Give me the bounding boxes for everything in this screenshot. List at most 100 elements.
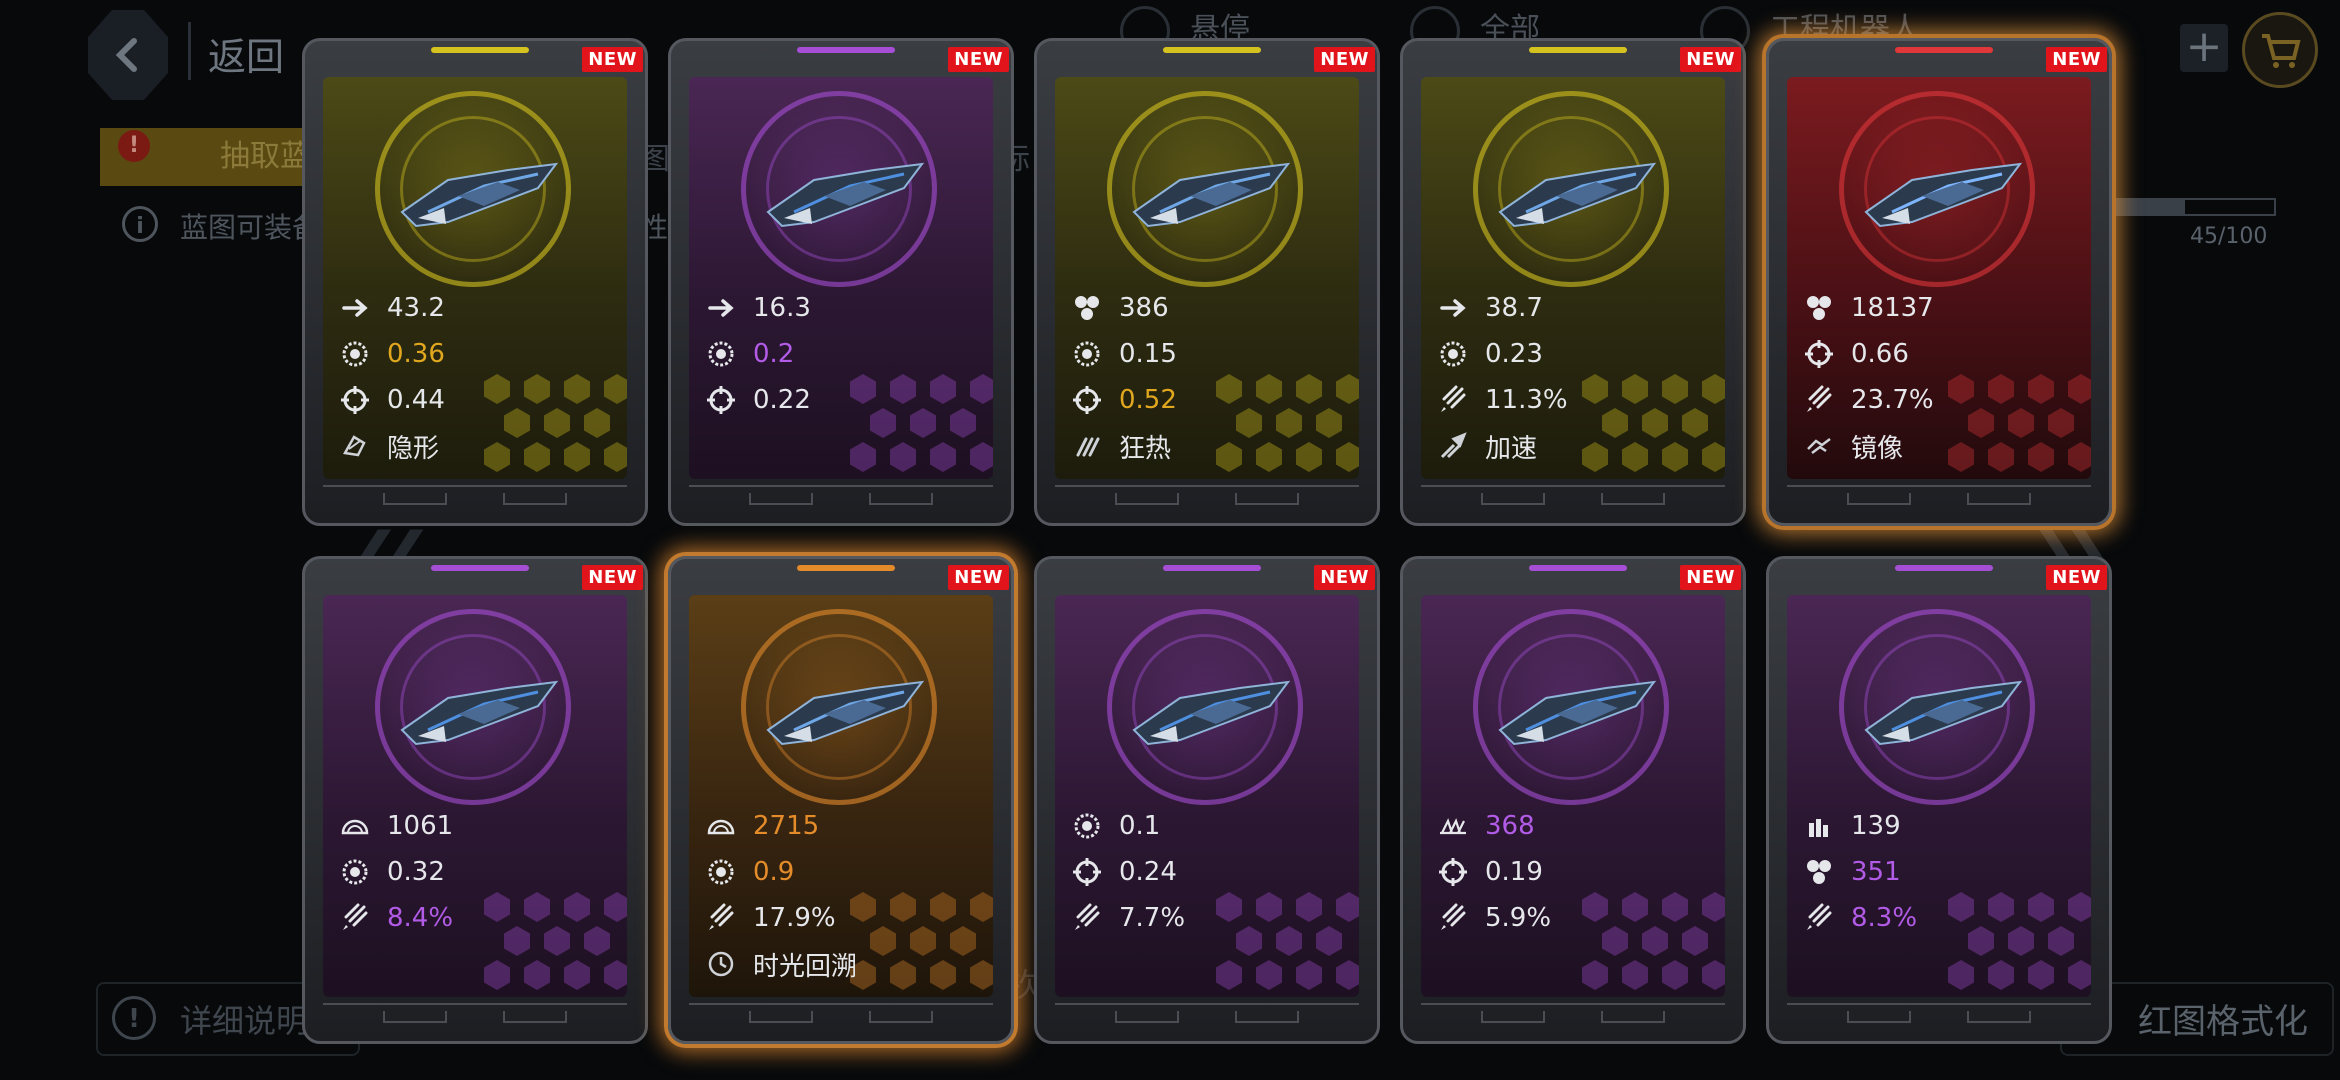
stat-row: 隐形 bbox=[339, 423, 627, 469]
rarity-bar bbox=[1529, 565, 1627, 571]
cluster-icon bbox=[1071, 292, 1103, 324]
card-footer bbox=[1055, 485, 1359, 513]
ship-emblem bbox=[1473, 91, 1669, 287]
new-badge: NEW bbox=[1314, 47, 1375, 72]
stat-value: 1061 bbox=[387, 811, 454, 841]
stat-row: 0.1 bbox=[1071, 803, 1359, 849]
blueprint-card[interactable]: NEW 368 0.19 5.9% bbox=[1400, 556, 1746, 1044]
blueprint-card[interactable]: NEW 2715 0.9 17.9% 时光回溯 bbox=[668, 556, 1014, 1044]
stat-row: 43.2 bbox=[339, 285, 627, 331]
card-footer bbox=[689, 485, 993, 513]
stat-value: 43.2 bbox=[387, 293, 445, 323]
card-panel: 2715 0.9 17.9% 时光回溯 bbox=[689, 595, 993, 997]
stat-value: 0.19 bbox=[1485, 857, 1543, 887]
red-format-label: 红图格式化 bbox=[2138, 1002, 2308, 1042]
stat-value: 狂热 bbox=[1119, 433, 1172, 464]
blueprint-card[interactable]: NEW 0.1 0.24 7.7% bbox=[1034, 556, 1380, 1044]
rarity-bar bbox=[797, 47, 895, 53]
stat-row: 时光回溯 bbox=[705, 941, 993, 987]
card-footer bbox=[1055, 1003, 1359, 1031]
stat-value: 2715 bbox=[753, 811, 820, 841]
details-label: 详细说明 bbox=[180, 1002, 309, 1040]
stat-row: 0.15 bbox=[1071, 331, 1359, 377]
stat-list: 139 351 8.3% bbox=[1803, 803, 2091, 941]
stat-row: 0.2 bbox=[705, 331, 993, 377]
stat-value: 0.15 bbox=[1119, 339, 1177, 369]
new-badge: NEW bbox=[948, 47, 1009, 72]
ship-icon bbox=[1864, 680, 2023, 746]
add-button[interactable]: + bbox=[2180, 24, 2228, 72]
stat-value: 0.2 bbox=[753, 339, 795, 369]
dome-icon bbox=[339, 810, 371, 842]
new-badge: NEW bbox=[1680, 47, 1741, 72]
stat-list: 16.3 0.2 0.22 bbox=[705, 285, 993, 423]
rocket-icon bbox=[1803, 384, 1835, 416]
ship-emblem bbox=[375, 91, 571, 287]
blueprint-card[interactable]: NEW 43.2 0.36 0.44 隐形 bbox=[302, 38, 648, 526]
blueprint-card[interactable]: NEW 139 351 8.3% bbox=[1766, 556, 2112, 1044]
capacity-progress-bar bbox=[2110, 198, 2276, 216]
stat-row: 0.22 bbox=[705, 377, 993, 423]
stat-row: 0.32 bbox=[339, 849, 627, 895]
stat-row: 0.36 bbox=[339, 331, 627, 377]
card-panel: 38.7 0.23 11.3% 加速 bbox=[1421, 77, 1725, 479]
card-footer bbox=[689, 1003, 993, 1031]
card-footer bbox=[1787, 1003, 2091, 1031]
blueprint-card[interactable]: NEW 386 0.15 0.52 狂热 bbox=[1034, 38, 1380, 526]
stealth-icon bbox=[339, 430, 371, 462]
stat-list: 38.7 0.23 11.3% 加速 bbox=[1437, 285, 1725, 469]
blueprint-card[interactable]: NEW 38.7 0.23 11.3% 加速 bbox=[1400, 38, 1746, 526]
spikes-icon bbox=[1437, 810, 1469, 842]
back-label[interactable]: 返回 bbox=[208, 26, 284, 81]
ship-emblem bbox=[1107, 609, 1303, 805]
stat-list: 0.1 0.24 7.7% bbox=[1071, 803, 1359, 941]
rarity-bar bbox=[1163, 47, 1261, 53]
ship-icon bbox=[1498, 162, 1657, 228]
rocket-icon bbox=[705, 902, 737, 934]
card-footer bbox=[323, 1003, 627, 1031]
stat-value: 368 bbox=[1485, 811, 1535, 841]
shop-cart-button[interactable] bbox=[2242, 12, 2318, 88]
gear-icon bbox=[1437, 338, 1469, 370]
blueprint-card[interactable]: NEW 1061 0.32 8.4% bbox=[302, 556, 648, 1044]
stat-row: 0.9 bbox=[705, 849, 993, 895]
stat-value: 351 bbox=[1851, 857, 1901, 887]
rarity-bar bbox=[1529, 47, 1627, 53]
stat-value: 0.66 bbox=[1851, 339, 1909, 369]
ship-icon bbox=[1864, 162, 2023, 228]
ship-emblem bbox=[1473, 609, 1669, 805]
cluster-icon bbox=[1803, 856, 1835, 888]
stat-value: 23.7% bbox=[1851, 385, 1934, 415]
stat-value: 38.7 bbox=[1485, 293, 1543, 323]
stat-value: 0.22 bbox=[753, 385, 811, 415]
cluster-icon bbox=[1803, 292, 1835, 324]
blueprint-card[interactable]: NEW 18137 0.66 23.7% 镜像 bbox=[1766, 38, 2112, 526]
card-footer bbox=[1421, 1003, 1725, 1031]
crosshair-icon bbox=[1071, 384, 1103, 416]
rocket-icon bbox=[1071, 902, 1103, 934]
stat-value: 5.9% bbox=[1485, 903, 1552, 933]
rarity-bar bbox=[431, 565, 529, 571]
stat-list: 43.2 0.36 0.44 隐形 bbox=[339, 285, 627, 469]
rarity-bar bbox=[797, 565, 895, 571]
ship-icon bbox=[766, 680, 925, 746]
stat-row: 38.7 bbox=[1437, 285, 1725, 331]
stat-row: 386 bbox=[1071, 285, 1359, 331]
gear-icon bbox=[1071, 810, 1103, 842]
divider bbox=[188, 22, 191, 80]
crosshair-icon bbox=[1803, 338, 1835, 370]
card-panel: 386 0.15 0.52 狂热 bbox=[1055, 77, 1359, 479]
card-panel: 43.2 0.36 0.44 隐形 bbox=[323, 77, 627, 479]
gear-icon bbox=[339, 338, 371, 370]
stat-row: 0.24 bbox=[1071, 849, 1359, 895]
new-badge: NEW bbox=[1680, 565, 1741, 590]
blueprint-card[interactable]: NEW 16.3 0.2 0.22 bbox=[668, 38, 1014, 526]
new-badge: NEW bbox=[2046, 565, 2107, 590]
card-footer bbox=[1421, 485, 1725, 513]
back-button[interactable] bbox=[88, 10, 168, 100]
stat-value: 隐形 bbox=[387, 433, 440, 464]
stat-row: 0.44 bbox=[339, 377, 627, 423]
dome-icon bbox=[705, 810, 737, 842]
stat-row: 0.19 bbox=[1437, 849, 1725, 895]
rocket-icon bbox=[1803, 902, 1835, 934]
